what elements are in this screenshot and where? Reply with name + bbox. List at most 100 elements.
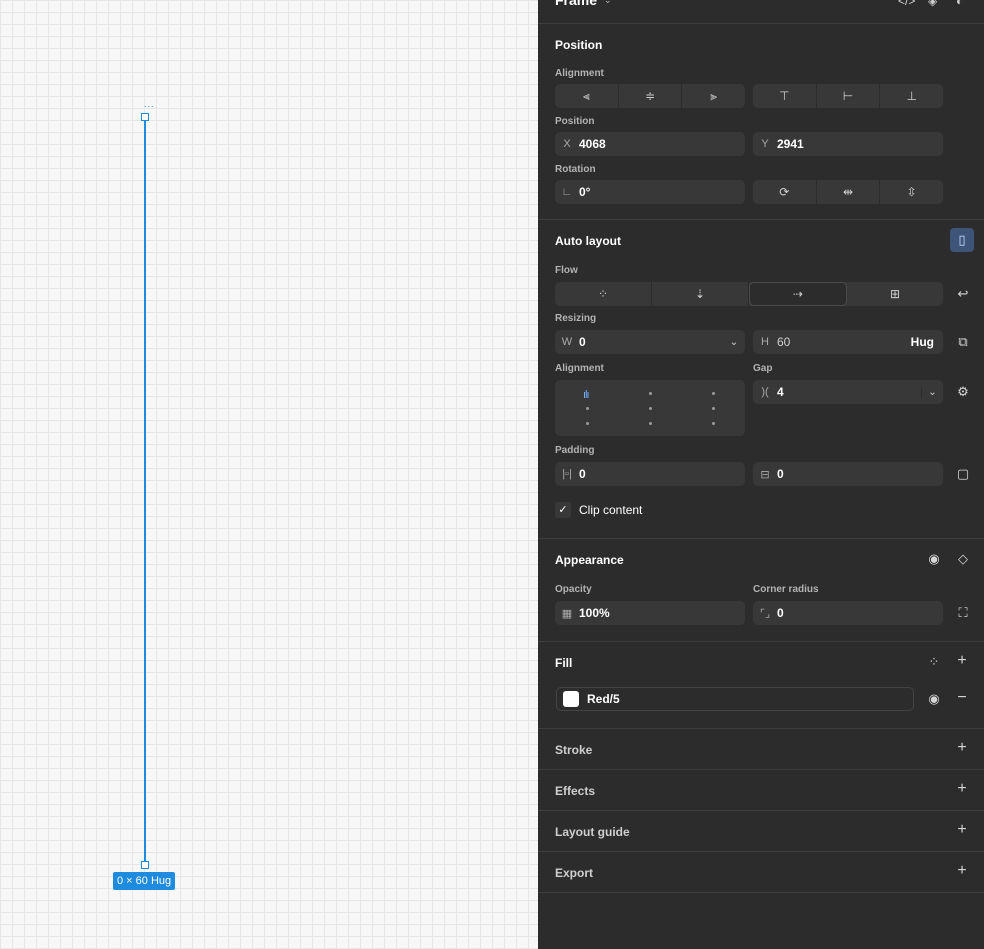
align-center-h-icon[interactable]: ≑ [619, 84, 683, 108]
advanced-settings-icon[interactable]: ⚙ [954, 383, 972, 401]
appearance-section: Appearance ◉ ◇ Opacity Corner radius ▦ 1… [538, 539, 984, 642]
independent-corners-icon[interactable]: ⛶ [954, 604, 972, 622]
wrap-icon[interactable]: ↩ [954, 285, 972, 303]
flip-horizontal-icon[interactable]: ⇹ [817, 180, 881, 204]
resize-constraints-icon[interactable]: ⧉ [954, 333, 972, 351]
color-swatch[interactable] [563, 691, 579, 707]
corner-radius-label: Corner radius [753, 584, 819, 595]
gap-value[interactable]: 4 [777, 385, 921, 399]
horizontal-padding-value[interactable]: 0 [579, 467, 745, 481]
layout-guide-section: Layout guide + [538, 811, 984, 852]
section-title: Stroke [555, 743, 593, 757]
fill-section: Fill ⁘ + Red/5 ◉ − [538, 642, 984, 729]
align-top-left-icon[interactable]: ılı [583, 389, 589, 401]
flow-freeform-icon[interactable]: ⁘ [555, 282, 652, 306]
flow-direction-group: ⁘ ⇣ ⇢ ⊞ [555, 282, 943, 306]
align-middle-icon[interactable]: ⊢ [817, 84, 881, 108]
vertical-align-group: ⊤ ⊢ ⊥ [753, 84, 943, 108]
corner-radius-input[interactable]: ⌜⌟ 0 [753, 601, 943, 625]
y-label: Y [761, 138, 769, 150]
add-fill-icon[interactable]: + [953, 652, 971, 670]
section-title: Fill [555, 656, 573, 670]
align-top-icon[interactable]: ⊤ [753, 84, 817, 108]
section-title: Export [555, 866, 594, 880]
frame-type-title[interactable]: Frame [555, 0, 597, 8]
flow-grid-icon[interactable]: ⊞ [847, 282, 943, 306]
height-value[interactable]: 60 [777, 335, 911, 349]
gap-input[interactable]: )( 4 ⌄ [753, 380, 943, 404]
add-export-icon[interactable]: + [953, 862, 971, 880]
section-title: Layout guide [555, 825, 630, 839]
y-value[interactable]: 2941 [777, 137, 943, 151]
blend-mode-icon[interactable]: ◇ [954, 550, 972, 568]
x-position-input[interactable]: X 4068 [555, 132, 745, 156]
rotate-icon[interactable]: ⟳ [753, 180, 817, 204]
padding-label: Padding [555, 445, 595, 456]
frame-name-label[interactable]: ... [144, 99, 155, 109]
selected-frame[interactable] [144, 117, 146, 865]
flow-label: Flow [555, 265, 578, 276]
section-title: Effects [555, 784, 596, 798]
x-label: X [563, 138, 571, 150]
flow-vertical-icon[interactable]: ⇣ [652, 282, 749, 306]
height-input[interactable]: H 60 Hug [753, 330, 943, 354]
horizontal-padding-input[interactable]: |▫| 0 [555, 462, 745, 486]
panel-header: Frame ⌄ </> ◈ ◐ [538, 0, 984, 24]
stroke-section: Stroke + [538, 729, 984, 770]
component-icon[interactable]: ◈ [928, 0, 937, 8]
vertical-padding-input[interactable]: ⊟ 0 [753, 462, 943, 486]
clip-content-checkbox[interactable]: ✓ [555, 502, 571, 518]
flow-horizontal-icon[interactable]: ⇢ [749, 282, 847, 306]
width-input[interactable]: W 0 ⌄ [555, 330, 745, 354]
individual-padding-icon[interactable]: ▢ [954, 465, 972, 483]
height-mode[interactable]: Hug [911, 335, 943, 349]
eye-icon[interactable]: ◉ [925, 550, 943, 568]
align-right-icon[interactable]: ⫸ [682, 84, 745, 108]
chevron-down-icon[interactable]: ⌄ [604, 0, 612, 6]
corner-radius-icon: ⌜⌟ [759, 607, 771, 620]
align-left-icon[interactable]: ⫷ [555, 84, 619, 108]
alignment-label: Alignment [555, 68, 604, 79]
section-title: Position [555, 38, 603, 52]
theme-icon[interactable]: ◐ [956, 0, 963, 8]
rotation-value[interactable]: 0° [579, 185, 745, 199]
angle-icon: ∟ [561, 186, 573, 198]
chevron-down-icon[interactable]: ⌄ [723, 337, 745, 348]
add-effect-icon[interactable]: + [953, 780, 971, 798]
styles-grid-icon[interactable]: ⁘ [925, 653, 943, 671]
opacity-value[interactable]: 100% [579, 606, 745, 620]
width-value[interactable]: 0 [579, 335, 723, 349]
resize-handle-top[interactable] [141, 113, 149, 121]
section-title: Auto layout [555, 234, 621, 248]
resize-handle-bottom[interactable] [141, 861, 149, 869]
vertical-padding-icon: ⊟ [760, 468, 770, 481]
rotation-input[interactable]: ∟ 0° [555, 180, 745, 204]
add-stroke-icon[interactable]: + [953, 739, 971, 757]
remove-fill-icon[interactable]: − [953, 689, 971, 707]
rotation-label: Rotation [555, 164, 596, 175]
fill-item[interactable]: Red/5 [556, 687, 914, 711]
section-title: Appearance [555, 553, 624, 567]
clip-content-label: Clip content [579, 503, 643, 517]
align-bottom-icon[interactable]: ⊥ [880, 84, 943, 108]
vertical-padding-value[interactable]: 0 [777, 467, 943, 481]
eye-icon[interactable]: ◉ [925, 690, 943, 708]
gap-label: Gap [753, 363, 773, 374]
add-layout-guide-icon[interactable]: + [953, 821, 971, 839]
effects-section: Effects + [538, 770, 984, 811]
flip-vertical-icon[interactable]: ⇳ [880, 180, 943, 204]
corner-radius-value[interactable]: 0 [777, 606, 943, 620]
resizing-label: Resizing [555, 313, 597, 324]
w-label: W [561, 336, 573, 348]
alignment-grid[interactable]: ılı [555, 380, 745, 436]
code-icon[interactable]: </> [898, 0, 915, 8]
design-canvas[interactable]: ... 0 × 60 Hug [0, 0, 538, 949]
auto-layout-toggle-icon[interactable]: ▯ [950, 228, 974, 252]
y-position-input[interactable]: Y 2941 [753, 132, 943, 156]
horizontal-align-group: ⫷ ≑ ⫸ [555, 84, 745, 108]
size-badge: 0 × 60 Hug [113, 872, 176, 890]
fill-style-name: Red/5 [587, 692, 620, 706]
chevron-down-icon[interactable]: ⌄ [921, 386, 943, 398]
opacity-input[interactable]: ▦ 100% [555, 601, 745, 625]
x-value[interactable]: 4068 [579, 137, 745, 151]
